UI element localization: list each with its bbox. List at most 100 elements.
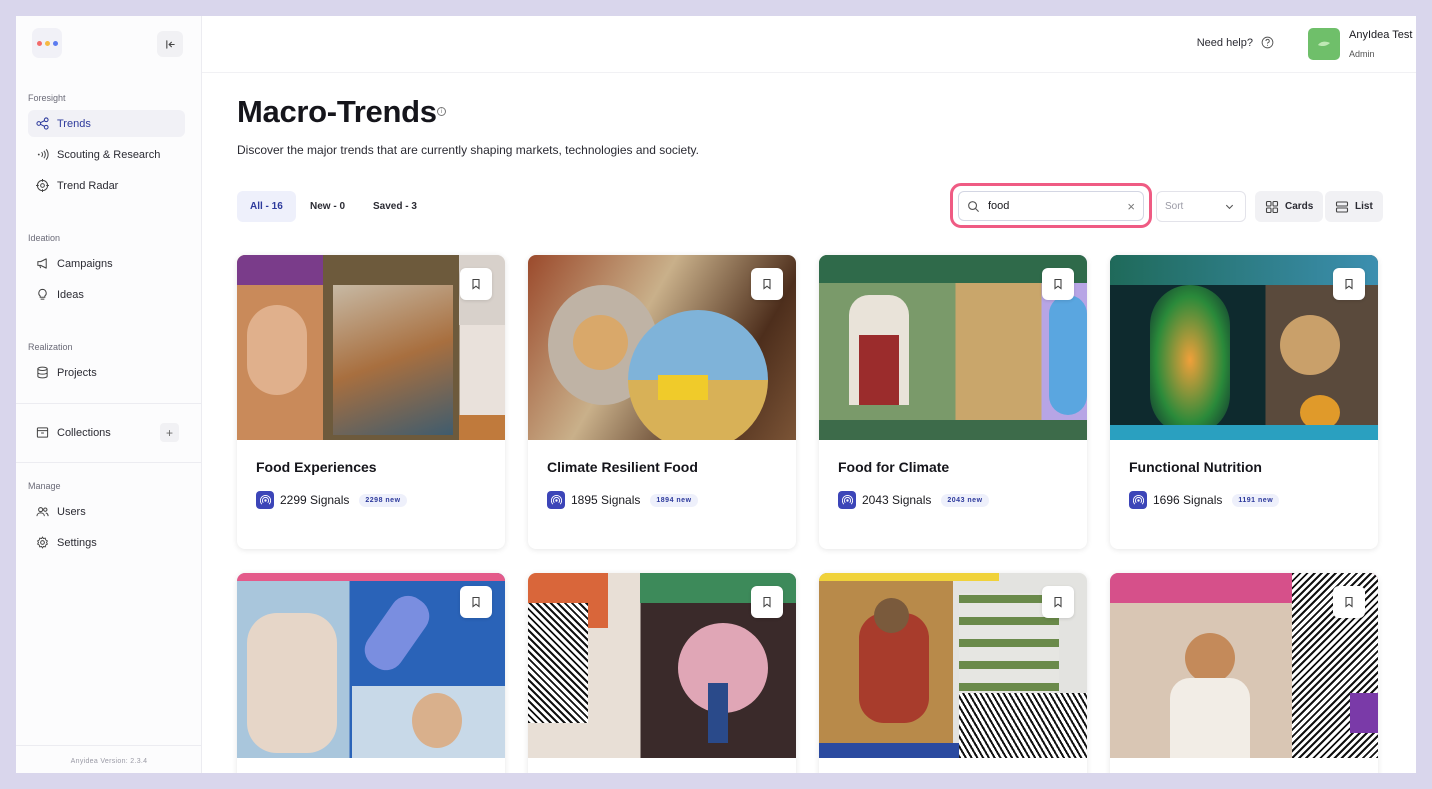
bookmark-icon <box>1345 596 1353 608</box>
signal-icon <box>1129 491 1147 509</box>
bookmark-button[interactable] <box>460 268 492 300</box>
search-icon <box>968 200 980 212</box>
new-badge: 1191 new <box>1232 493 1280 507</box>
section-label-foresight: Foresight <box>28 93 66 103</box>
sidebar-item-label: Users <box>57 505 86 518</box>
sidebar-item-settings[interactable]: Settings <box>28 529 185 556</box>
sidebar-item-label: Campaigns <box>57 257 113 270</box>
sidebar-item-label: Scouting & Research <box>57 148 161 161</box>
section-label-ideation: Ideation <box>28 233 61 243</box>
trend-card[interactable] <box>237 573 505 773</box>
signals-row: 2299 Signals 2298 new <box>256 491 407 509</box>
sidebar-item-trends[interactable]: Trends <box>28 110 185 137</box>
sort-dropdown[interactable]: Sort <box>1156 191 1246 222</box>
divider <box>16 403 202 404</box>
user-role: Admin <box>1349 49 1375 59</box>
bookmark-icon <box>472 278 480 290</box>
new-badge: 2043 new <box>941 493 989 507</box>
bookmark-button[interactable] <box>1042 268 1074 300</box>
list-view-button[interactable]: List <box>1325 191 1383 222</box>
archive-icon <box>36 427 49 438</box>
user-name[interactable]: AnyIdea Test <box>1349 29 1412 41</box>
bookmark-icon <box>472 596 480 608</box>
sidebar-item-collections[interactable]: Collections + <box>28 419 185 446</box>
sort-placeholder: Sort <box>1165 201 1184 212</box>
bookmark-button[interactable] <box>751 586 783 618</box>
divider <box>16 745 202 746</box>
bookmark-button[interactable] <box>1042 586 1074 618</box>
list-view-label: List <box>1355 201 1373 212</box>
signals-count: 1696 Signals <box>1153 493 1223 507</box>
sidebar-item-label: Trend Radar <box>57 179 119 192</box>
bookmark-button[interactable] <box>460 586 492 618</box>
clear-search-button[interactable]: × <box>1127 199 1135 214</box>
trend-card[interactable]: Food for Climate 2043 Signals 2043 new <box>819 255 1087 549</box>
card-title: Food Experiences <box>256 459 377 475</box>
chevron-down-icon <box>1225 204 1234 210</box>
search-input[interactable] <box>988 200 1120 212</box>
trend-card[interactable] <box>528 573 796 773</box>
bookmark-button[interactable] <box>1333 268 1365 300</box>
bookmark-button[interactable] <box>751 268 783 300</box>
sidebar-item-label: Settings <box>57 536 97 549</box>
cards-view-label: Cards <box>1285 201 1314 212</box>
bookmark-icon <box>763 596 771 608</box>
sidebar-item-trend-radar[interactable]: Trend Radar <box>28 172 185 199</box>
help-label: Need help? <box>1196 36 1253 49</box>
bookmark-icon <box>1345 278 1353 290</box>
bookmark-icon <box>763 278 771 290</box>
search-box[interactable]: × <box>958 191 1144 221</box>
sidebar-item-campaigns[interactable]: Campaigns <box>28 250 185 277</box>
app-version: Anyidea Version: 2.3.4 <box>70 758 148 765</box>
trend-card[interactable]: Functional Nutrition 1696 Signals 1191 n… <box>1110 255 1378 549</box>
tab-saved[interactable]: Saved - 3 <box>360 191 430 222</box>
help-link[interactable]: Need help? <box>1197 36 1274 49</box>
page-title: Macro-Trends <box>237 94 437 129</box>
trend-card[interactable] <box>1110 573 1378 773</box>
bookmark-icon <box>1054 596 1062 608</box>
trend-card[interactable]: Food Experiences 2299 Signals 2298 new <box>237 255 505 549</box>
app-logo[interactable] <box>32 28 62 58</box>
collapse-left-icon <box>165 39 175 49</box>
sidebar-item-label: Trends <box>57 117 91 130</box>
new-badge: 1894 new <box>650 493 698 507</box>
megaphone-icon <box>37 258 47 269</box>
sidebar-item-users[interactable]: Users <box>28 498 185 525</box>
collapse-sidebar-button[interactable] <box>157 31 183 57</box>
database-icon <box>37 366 48 379</box>
users-icon <box>36 507 49 517</box>
tab-new[interactable]: New - 0 <box>297 191 358 222</box>
tab-all[interactable]: All - 16 <box>237 191 296 222</box>
info-icon[interactable]: i <box>437 107 446 116</box>
share-nodes-icon <box>36 117 49 130</box>
broadcast-icon <box>37 149 49 160</box>
card-title: Functional Nutrition <box>1129 459 1262 475</box>
trend-card[interactable]: Climate Resilient Food 1895 Signals 1894… <box>528 255 796 549</box>
avatar[interactable] <box>1308 28 1340 60</box>
grid-icon <box>1265 200 1279 213</box>
signals-count: 2043 Signals <box>862 493 932 507</box>
leaf-icon <box>1318 41 1330 47</box>
list-icon <box>1335 200 1349 213</box>
top-bar: Need help? AnyIdea Test Admin <box>202 16 1416 73</box>
radar-icon <box>36 179 49 192</box>
sidebar-item-label: Ideas <box>57 288 84 301</box>
signals-row: 2043 Signals 2043 new <box>838 491 989 509</box>
cards-view-button[interactable]: Cards <box>1255 191 1324 222</box>
card-title: Food for Climate <box>838 459 950 475</box>
sidebar-item-scouting[interactable]: Scouting & Research <box>28 141 185 168</box>
sidebar-item-projects[interactable]: Projects <box>28 359 185 386</box>
add-collection-button[interactable]: + <box>160 423 179 442</box>
trend-card[interactable] <box>819 573 1087 773</box>
section-label-manage: Manage <box>28 481 61 491</box>
app-window: Foresight Trends Scouting & Research Tre… <box>16 16 1416 773</box>
signal-icon <box>838 491 856 509</box>
sidebar-item-label: Collections <box>57 426 111 439</box>
signals-row: 1696 Signals 1191 new <box>1129 491 1280 509</box>
main-content: Need help? AnyIdea Test Admin Macro-Tren… <box>202 16 1416 773</box>
sidebar-item-label: Projects <box>57 366 97 379</box>
signals-count: 1895 Signals <box>571 493 641 507</box>
sidebar-item-ideas[interactable]: Ideas <box>28 281 185 308</box>
bookmark-button[interactable] <box>1333 586 1365 618</box>
signals-count: 2299 Signals <box>280 493 350 507</box>
